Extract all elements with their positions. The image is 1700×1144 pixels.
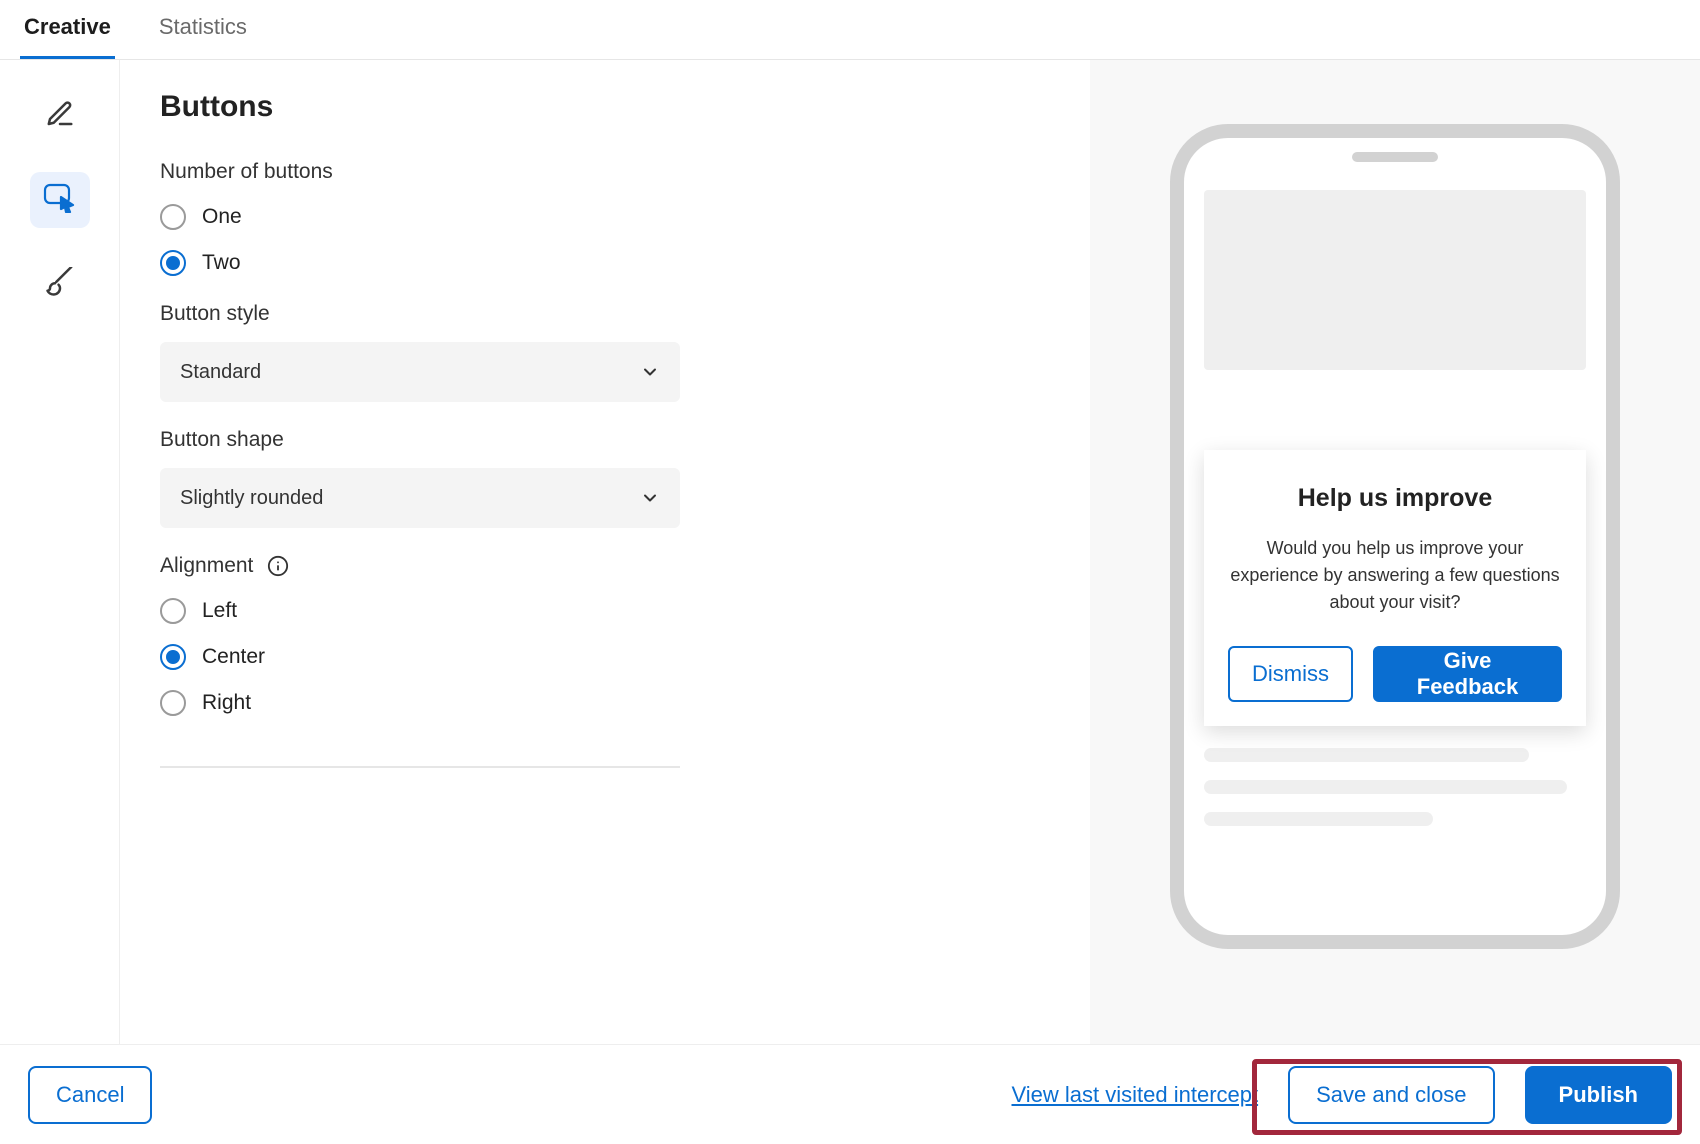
- alignment-label: Alignment: [160, 554, 1050, 578]
- phone-screen: Help us improve Would you help us improv…: [1204, 190, 1586, 895]
- radio-label: Center: [202, 645, 265, 669]
- radio-label: One: [202, 205, 242, 229]
- radio-label: Two: [202, 251, 241, 275]
- footer-bar: Cancel View last visited intercept Save …: [0, 1044, 1700, 1144]
- placeholder-line: [1204, 748, 1529, 762]
- save-and-close-button[interactable]: Save and close: [1288, 1066, 1494, 1124]
- radio-align-right[interactable]: Right: [160, 690, 1050, 716]
- rail-item-cursor[interactable]: [30, 172, 90, 228]
- alignment-label-text: Alignment: [160, 554, 253, 577]
- tab-creative[interactable]: Creative: [20, 0, 115, 59]
- modal-title: Help us improve: [1228, 484, 1562, 513]
- settings-panel: Buttons Number of buttons One Two Button…: [120, 60, 1090, 1044]
- button-shape-label: Button shape: [160, 428, 1050, 452]
- rail-item-edit[interactable]: [30, 88, 90, 144]
- brush-icon: [45, 267, 75, 302]
- select-value: Slightly rounded: [180, 487, 323, 510]
- number-of-buttons-label: Number of buttons: [160, 160, 1050, 184]
- cursor-icon: [43, 183, 77, 218]
- chevron-down-icon: [640, 488, 660, 508]
- chevron-down-icon: [640, 362, 660, 382]
- radio-two[interactable]: Two: [160, 250, 1050, 276]
- panel-title: Buttons: [160, 90, 1050, 124]
- button-style-label: Button style: [160, 302, 1050, 326]
- dismiss-button[interactable]: Dismiss: [1228, 646, 1353, 702]
- publish-button[interactable]: Publish: [1525, 1066, 1672, 1124]
- radio-label: Right: [202, 691, 251, 715]
- radio-icon: [160, 204, 186, 230]
- radio-icon: [160, 598, 186, 624]
- divider: [160, 766, 680, 768]
- radio-icon: [160, 690, 186, 716]
- phone-speaker: [1352, 152, 1438, 162]
- phone-frame: Help us improve Would you help us improv…: [1170, 124, 1620, 949]
- radio-icon: [160, 644, 186, 670]
- radio-label: Left: [202, 599, 237, 623]
- button-style-select[interactable]: Standard: [160, 342, 680, 402]
- side-rail: [0, 60, 120, 1044]
- placeholder-line: [1204, 812, 1433, 826]
- edit-icon: [45, 99, 75, 134]
- placeholder-line: [1204, 780, 1567, 794]
- placeholder-image: [1204, 190, 1586, 370]
- select-value: Standard: [180, 361, 261, 384]
- radio-align-left[interactable]: Left: [160, 598, 1050, 624]
- button-shape-select[interactable]: Slightly rounded: [160, 468, 680, 528]
- top-tabs: Creative Statistics: [0, 0, 1700, 60]
- radio-one[interactable]: One: [160, 204, 1050, 230]
- cancel-button[interactable]: Cancel: [28, 1066, 152, 1124]
- modal-body: Would you help us improve your experienc…: [1228, 535, 1562, 616]
- info-icon[interactable]: [267, 555, 289, 577]
- rail-item-brush[interactable]: [30, 256, 90, 312]
- radio-icon: [160, 250, 186, 276]
- give-feedback-button[interactable]: Give Feedback: [1373, 646, 1562, 702]
- view-last-intercept-link[interactable]: View last visited intercept: [1012, 1082, 1259, 1108]
- preview-modal: Help us improve Would you help us improv…: [1204, 450, 1586, 726]
- tab-statistics[interactable]: Statistics: [155, 0, 251, 59]
- radio-align-center[interactable]: Center: [160, 644, 1050, 670]
- preview-area: Help us improve Would you help us improv…: [1090, 60, 1700, 1044]
